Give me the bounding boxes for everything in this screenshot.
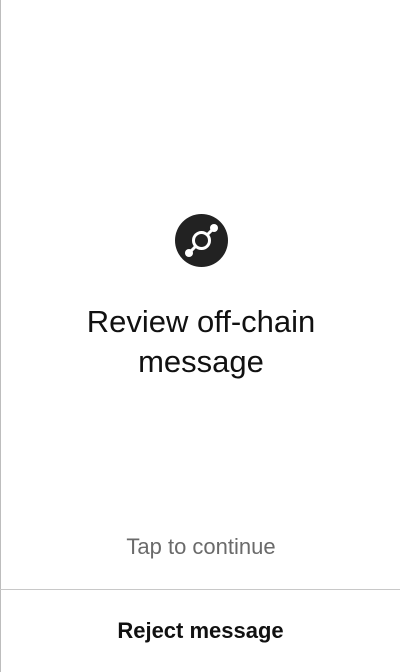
tap-to-continue-area[interactable]: Review off-chain message Tap to continue — [1, 0, 400, 589]
reject-message-button[interactable]: Reject message — [1, 590, 400, 672]
helium-logo-icon — [175, 214, 228, 267]
page-title: Review off-chain message — [86, 304, 316, 379]
tap-to-continue-hint: Tap to continue — [126, 534, 276, 559]
